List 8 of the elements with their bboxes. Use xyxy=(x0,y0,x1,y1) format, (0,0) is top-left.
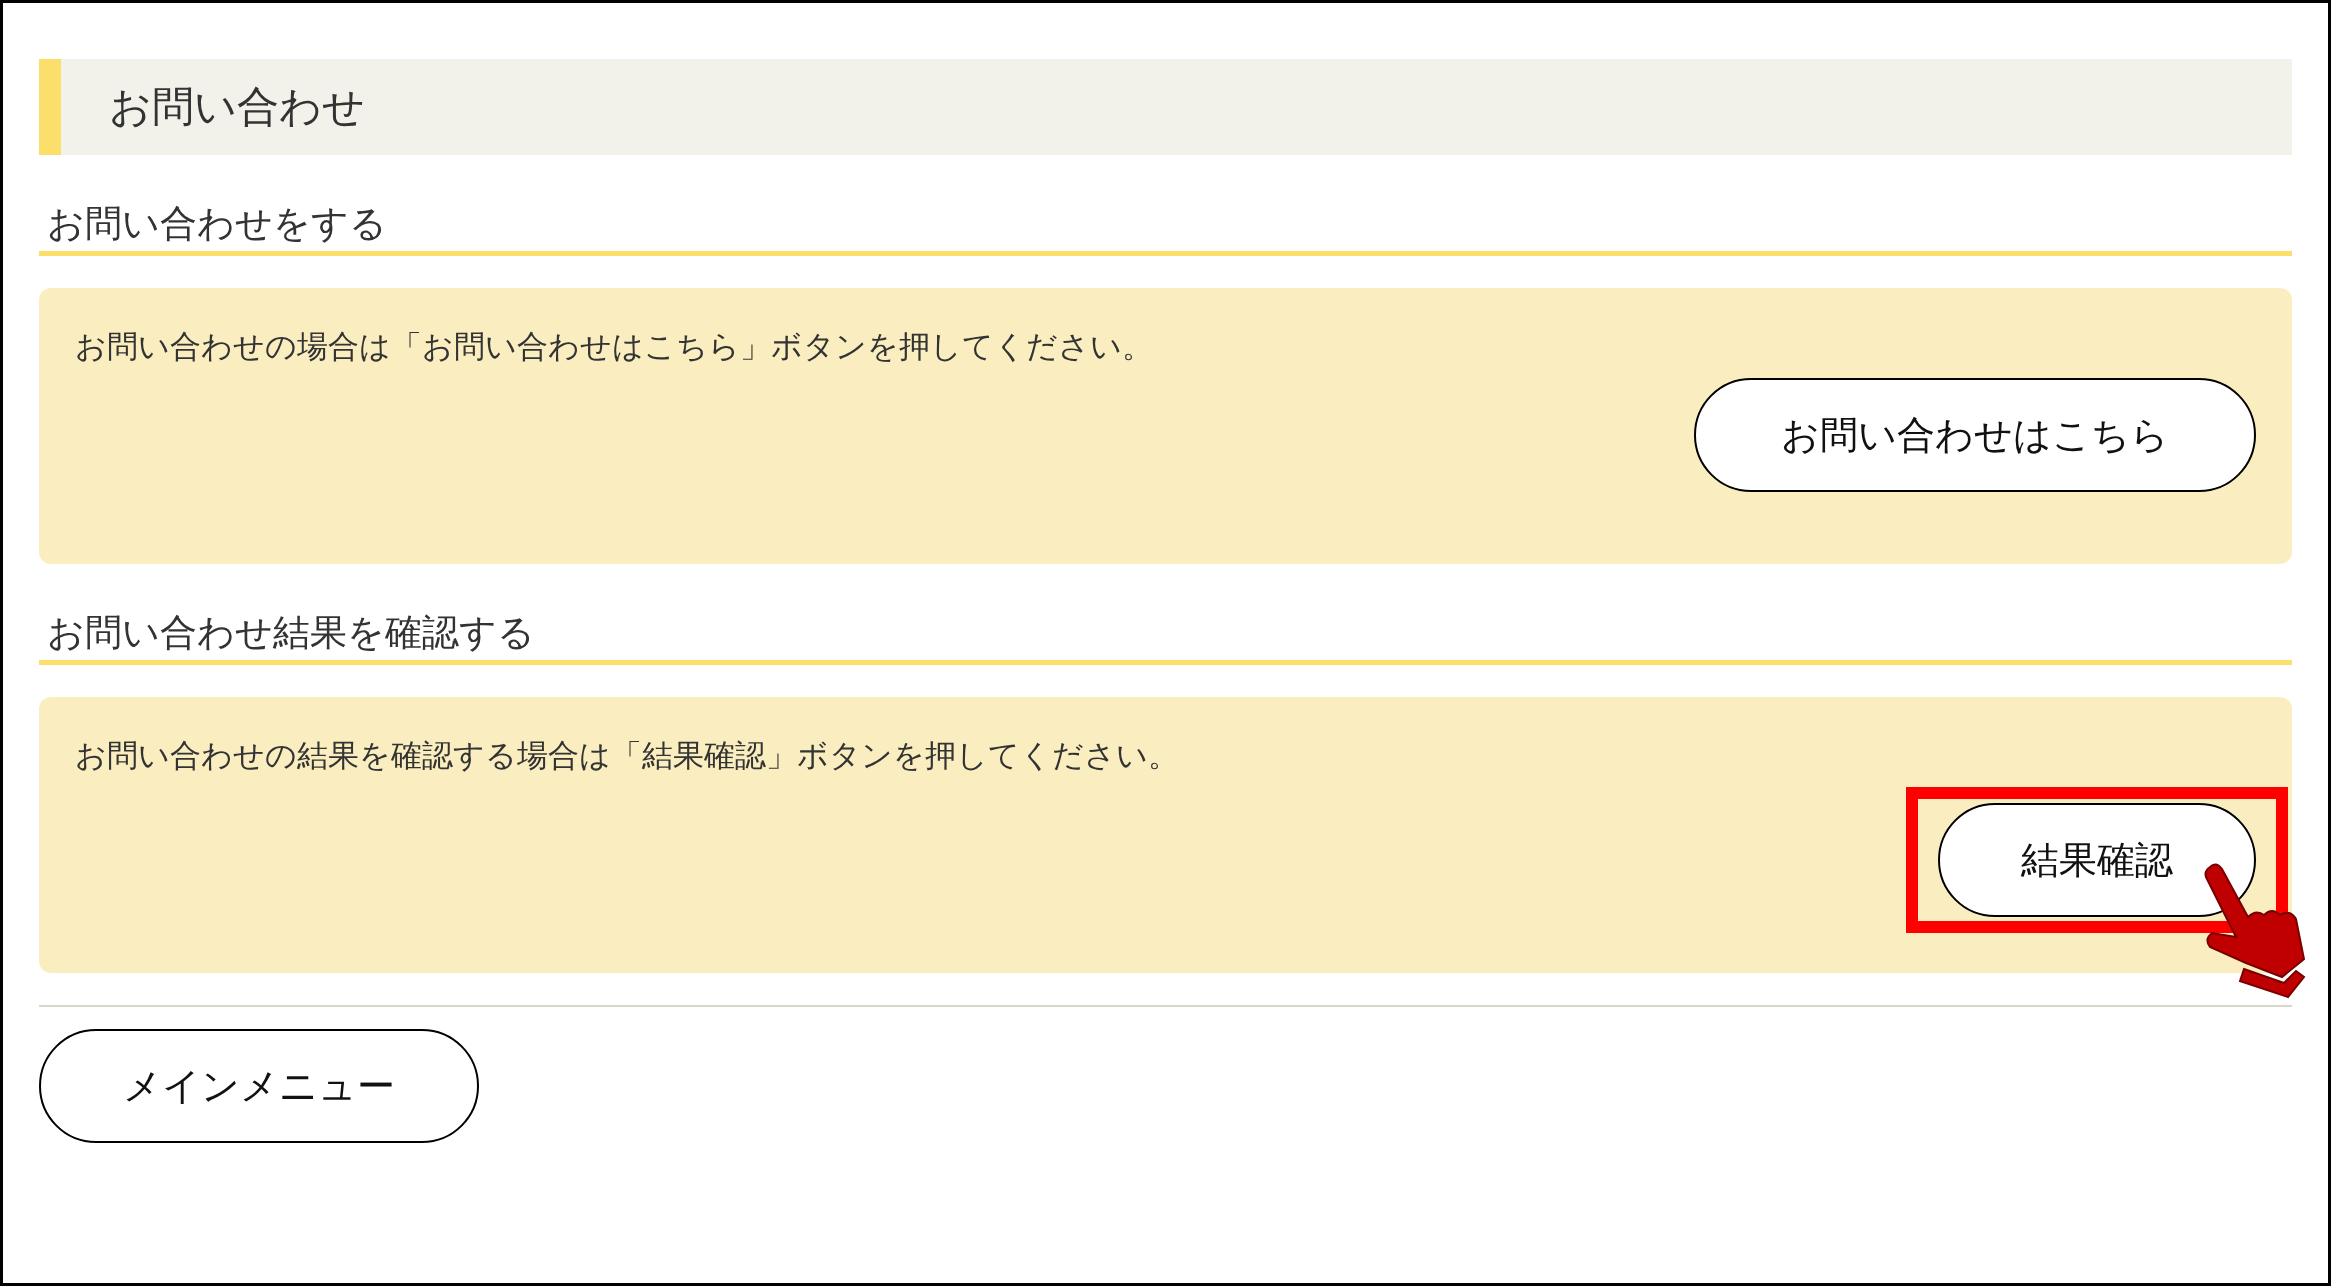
section-heading: お問い合わせをする xyxy=(39,199,2292,256)
section-heading: お問い合わせ結果を確認する xyxy=(39,608,2292,665)
main-menu-button[interactable]: メインメニュー xyxy=(39,1029,479,1143)
action-button[interactable]: 結果確認 xyxy=(1938,803,2256,917)
instruction-text: お問い合わせの場合は「お問い合わせはこちら」ボタンを押してください。 xyxy=(75,327,1154,366)
page-title: お問い合わせ xyxy=(109,81,365,133)
action-button[interactable]: お問い合わせはこちら xyxy=(1694,378,2256,492)
instruction-text: お問い合わせの結果を確認する場合は「結果確認」ボタンを押してください。 xyxy=(75,736,1180,775)
